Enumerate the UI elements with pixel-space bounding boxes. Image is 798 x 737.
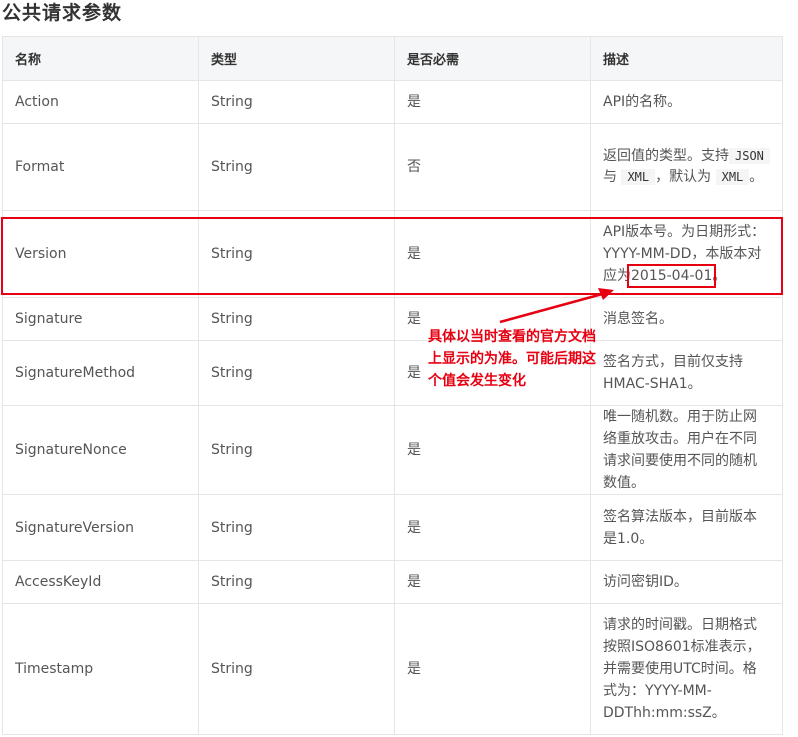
table-row: Action String 是 API的名称。 [2, 80, 783, 124]
table-row: Format String 否 返回值的类型。支持 JSON 与 XML ，默认为 … [2, 123, 783, 211]
param-desc: 访问密钥ID。 [590, 560, 783, 604]
param-name: SignatureVersion [2, 494, 199, 561]
param-desc: 请求的时间戳。日期格式按照ISO8601标准表示，并需要使用UTC时间。格式为：… [590, 603, 783, 735]
table-row: SignatureNonce String 是 唯一随机数。用于防止网络重放攻击… [2, 405, 783, 495]
col-header-required: 是否必需 [394, 36, 591, 81]
table-header-row: 名称 类型 是否必需 描述 [2, 36, 783, 81]
param-name: Action [2, 80, 199, 124]
param-required: 是 [394, 80, 591, 124]
param-name: Version [2, 210, 199, 298]
table-row: Timestamp String 是 请求的时间戳。日期格式按照ISO8601标… [2, 603, 783, 735]
code-xml-default: XML [715, 169, 750, 185]
col-header-type: 类型 [198, 36, 395, 81]
param-type: String [198, 123, 395, 211]
param-name: Format [2, 123, 199, 211]
param-required: 否 [394, 123, 591, 211]
param-type: String [198, 405, 395, 495]
param-required: 是 [394, 560, 591, 604]
col-header-desc: 描述 [590, 36, 783, 81]
param-type: String [198, 560, 395, 604]
desc-text: 。 [712, 268, 727, 284]
param-desc: 消息签名。 [590, 297, 783, 341]
code-json: JSON [729, 148, 770, 164]
code-xml: XML [621, 169, 656, 185]
col-header-name: 名称 [2, 36, 199, 81]
desc-text: 与 [603, 169, 617, 185]
param-type: String [198, 340, 395, 406]
param-required: 是 [394, 210, 591, 298]
params-table: 名称 类型 是否必需 描述 Action String 是 API的名称。 Fo… [2, 36, 783, 735]
param-name: SignatureMethod [2, 340, 199, 406]
table-row: SignatureVersion String 是 签名算法版本，目前版本是1.… [2, 494, 783, 561]
param-type: String [198, 494, 395, 561]
param-desc: 返回值的类型。支持 JSON 与 XML ，默认为 XML。 [590, 123, 783, 211]
param-name: SignatureNonce [2, 405, 199, 495]
param-type: String [198, 210, 395, 298]
table-row: SignatureMethod String 是 签名方式，目前仅支持HMAC-… [2, 340, 783, 406]
param-type: String [198, 297, 395, 341]
param-desc: 签名方式，目前仅支持HMAC-SHA1。 [590, 340, 783, 406]
param-desc: 签名算法版本，目前版本是1.0。 [590, 494, 783, 561]
annotation-note: 具体以当时查看的官方文档上显示的为准。可能后期这个值会发生变化 [428, 329, 596, 389]
version-value: 2015-04-01 [631, 268, 713, 284]
page-title: 公共请求参数 [2, 2, 123, 24]
desc-text: 返回值的类型。支持 [603, 148, 729, 164]
param-desc: API的名称。 [590, 80, 783, 124]
desc-text: ，默认为 [655, 169, 712, 185]
table-row: Version String 是 API版本号。为日期形式：YYYY-MM-DD… [2, 210, 783, 298]
param-type: String [198, 80, 395, 124]
table-row: Signature String 是 消息签名。 [2, 297, 783, 341]
param-name: Signature [2, 297, 199, 341]
param-required: 是 [394, 405, 591, 495]
param-desc: 唯一随机数。用于防止网络重放攻击。用户在不同请求间要使用不同的随机数值。 [590, 405, 783, 495]
param-name: Timestamp [2, 603, 199, 735]
param-required: 是 [394, 494, 591, 561]
param-type: String [198, 603, 395, 735]
desc-text: 。 [749, 169, 764, 185]
param-desc: API版本号。为日期形式：YYYY-MM-DD，本版本对应为2015-04-01… [590, 210, 783, 298]
param-name: AccessKeyId [2, 560, 199, 604]
table-row: AccessKeyId String 是 访问密钥ID。 [2, 560, 783, 604]
param-required: 是 [394, 603, 591, 735]
